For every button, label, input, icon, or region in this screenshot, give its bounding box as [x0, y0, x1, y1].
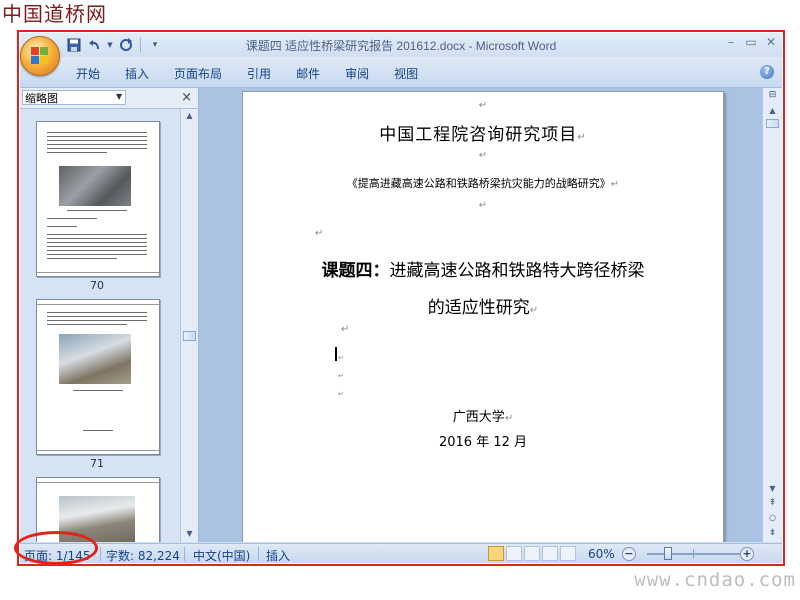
- paragraph-mark-icon: ↵: [341, 324, 350, 335]
- status-separator: [100, 547, 101, 561]
- previous-page-icon[interactable]: ⇞: [764, 496, 781, 510]
- doc-topic-line1-text: 进藏高速公路和铁路特大跨径桥梁: [389, 261, 645, 281]
- paragraph-mark-icon: ↵: [577, 132, 587, 143]
- outline-view-icon[interactable]: [542, 546, 558, 561]
- paragraph-mark-icon: ↵: [529, 305, 539, 316]
- scroll-down-icon[interactable]: ▼: [181, 527, 198, 541]
- thumbnail-image: [59, 334, 131, 384]
- scroll-up-icon[interactable]: ▲: [764, 104, 781, 118]
- status-separator: [258, 547, 259, 561]
- thumbnail-pane: 缩略图 ▼ × 70 71 ▲ ▼: [20, 88, 199, 542]
- text-cursor: [335, 347, 337, 361]
- thumbnail-pane-header: 缩略图 ▼ ×: [20, 88, 198, 109]
- status-bar: 页面: 1/145 字数: 82,224 中文(中国) 插入 60% − +: [20, 543, 782, 563]
- document-page[interactable]: ↵ 中国工程院咨询研究项目↵ ↵ 《提高进藏高速公路和铁路桥梁抗灾能力的战略研究…: [242, 91, 724, 542]
- select-browse-object-icon[interactable]: ○: [764, 511, 781, 525]
- word-window: ▼ ▾ 课题四 适应性桥梁研究报告 201612.docx - Microsof…: [20, 33, 782, 563]
- view-buttons: [488, 546, 576, 561]
- print-layout-view-icon[interactable]: [488, 546, 504, 561]
- doc-subheading: 《提高进藏高速公路和铁路桥梁抗灾能力的战略研究》↵: [243, 175, 723, 191]
- site-watermark: www.cndao.com: [634, 569, 796, 591]
- office-button[interactable]: [20, 36, 60, 76]
- minimize-icon[interactable]: –: [724, 35, 738, 49]
- thumbnail-page[interactable]: [36, 121, 160, 277]
- paragraph-mark-icon: ↵: [504, 413, 514, 424]
- paragraph-mark-icon: ↵: [338, 354, 344, 362]
- tab-home[interactable]: 开始: [76, 65, 100, 82]
- ribbon: 开始 插入 页面布局 引用 邮件 审阅 视图 ?: [20, 57, 782, 88]
- insert-mode-indicator[interactable]: 插入: [266, 547, 290, 563]
- window-title: 课题四 适应性桥梁研究报告 201612.docx - Microsoft Wo…: [245, 39, 557, 53]
- tab-insert[interactable]: 插入: [125, 65, 149, 82]
- view-ruler-icon[interactable]: ⊟: [765, 90, 780, 102]
- paragraph-mark-icon: ↵: [338, 372, 344, 380]
- paragraph-mark-icon: ↵: [478, 200, 488, 211]
- ribbon-tabs: 开始 插入 页面布局 引用 邮件 审阅 视图: [76, 65, 443, 82]
- thumbnail-page-number: 70: [90, 279, 104, 292]
- close-pane-icon[interactable]: ×: [181, 90, 192, 105]
- status-separator: [184, 547, 185, 561]
- tab-page-layout[interactable]: 页面布局: [174, 65, 222, 82]
- tab-references[interactable]: 引用: [247, 65, 271, 82]
- paragraph-mark-icon: ↵: [610, 179, 620, 190]
- doc-subheading-text: 《提高进藏高速公路和铁路桥梁抗灾能力的战略研究》: [346, 177, 611, 190]
- language-indicator[interactable]: 中文(中国): [193, 547, 250, 563]
- thumbnail-list: 70 71: [20, 109, 178, 542]
- zoom-slider-thumb[interactable]: [664, 547, 672, 560]
- scroll-up-icon[interactable]: ▲: [181, 109, 198, 123]
- zoom-slider[interactable]: [647, 553, 741, 555]
- full-screen-reading-view-icon[interactable]: [506, 546, 522, 561]
- doc-heading-text: 中国工程院咨询研究项目: [379, 125, 578, 145]
- web-layout-view-icon[interactable]: [524, 546, 540, 561]
- help-icon[interactable]: ?: [760, 65, 774, 79]
- close-icon[interactable]: ✕: [764, 35, 778, 49]
- document-scrollbar[interactable]: ⊟ ▲ ▼ ⇞ ○ ⇟: [762, 88, 782, 542]
- site-logo: 中国道桥网: [2, 2, 107, 26]
- doc-topic-label: 课题四：: [321, 261, 390, 281]
- paragraph-mark-icon: ↵: [315, 228, 324, 239]
- thumbnail-image: [59, 166, 131, 206]
- thumbnail-scrollbar[interactable]: ▲ ▼: [180, 109, 198, 542]
- draft-view-icon[interactable]: [560, 546, 576, 561]
- paragraph-mark-icon: ↵: [478, 100, 488, 111]
- highlight-oval: [14, 531, 98, 565]
- doc-heading: 中国工程院咨询研究项目↵: [243, 120, 723, 145]
- thumbnail-page-number: 71: [90, 457, 104, 470]
- scrollbar-thumb[interactable]: [183, 331, 196, 341]
- doc-date: 2016 年 12 月: [438, 435, 528, 450]
- document-area: ↵ 中国工程院咨询研究项目↵ ↵ 《提高进藏高速公路和铁路桥梁抗灾能力的战略研究…: [199, 88, 762, 542]
- tab-mailings[interactable]: 邮件: [296, 65, 320, 82]
- zoom-in-icon[interactable]: +: [740, 547, 754, 561]
- zoom-out-icon[interactable]: −: [622, 547, 636, 561]
- window-controls: – ▭ ✕: [724, 35, 778, 49]
- word-count-value: 82,224: [137, 549, 180, 563]
- paragraph-mark-icon: ↵: [338, 390, 344, 398]
- thumbnail-page[interactable]: [36, 299, 160, 455]
- paragraph-mark-icon: ↵: [478, 150, 488, 161]
- tab-review[interactable]: 审阅: [345, 65, 369, 82]
- zoom-slider-center-mark: [693, 549, 694, 558]
- office-logo-icon: [31, 47, 49, 65]
- thumbnail-pane-selector[interactable]: 缩略图: [22, 90, 126, 105]
- scrollbar-thumb[interactable]: [766, 119, 779, 128]
- doc-university-text: 广西大学: [452, 410, 505, 425]
- doc-topic-line2-text: 的适应性研究: [427, 298, 530, 318]
- word-count-label: 字数:: [106, 549, 135, 563]
- thumbnail-pane-title: 缩略图: [25, 92, 58, 105]
- word-count[interactable]: 字数: 82,224: [106, 547, 180, 563]
- scroll-down-icon[interactable]: ▼: [764, 482, 781, 496]
- doc-topic-line2: 的适应性研究↵: [243, 293, 723, 318]
- tab-view[interactable]: 视图: [394, 65, 418, 82]
- title-bar: ▼ ▾ 课题四 适应性桥梁研究报告 201612.docx - Microsof…: [20, 33, 782, 57]
- zoom-level[interactable]: 60%: [588, 547, 615, 561]
- doc-university: 广西大学↵: [243, 406, 723, 425]
- next-page-icon[interactable]: ⇟: [764, 526, 781, 540]
- doc-topic-line1: 课题四：进藏高速公路和铁路特大跨径桥梁: [243, 256, 723, 281]
- chevron-down-icon[interactable]: ▼: [116, 92, 122, 101]
- maximize-icon[interactable]: ▭: [744, 35, 758, 49]
